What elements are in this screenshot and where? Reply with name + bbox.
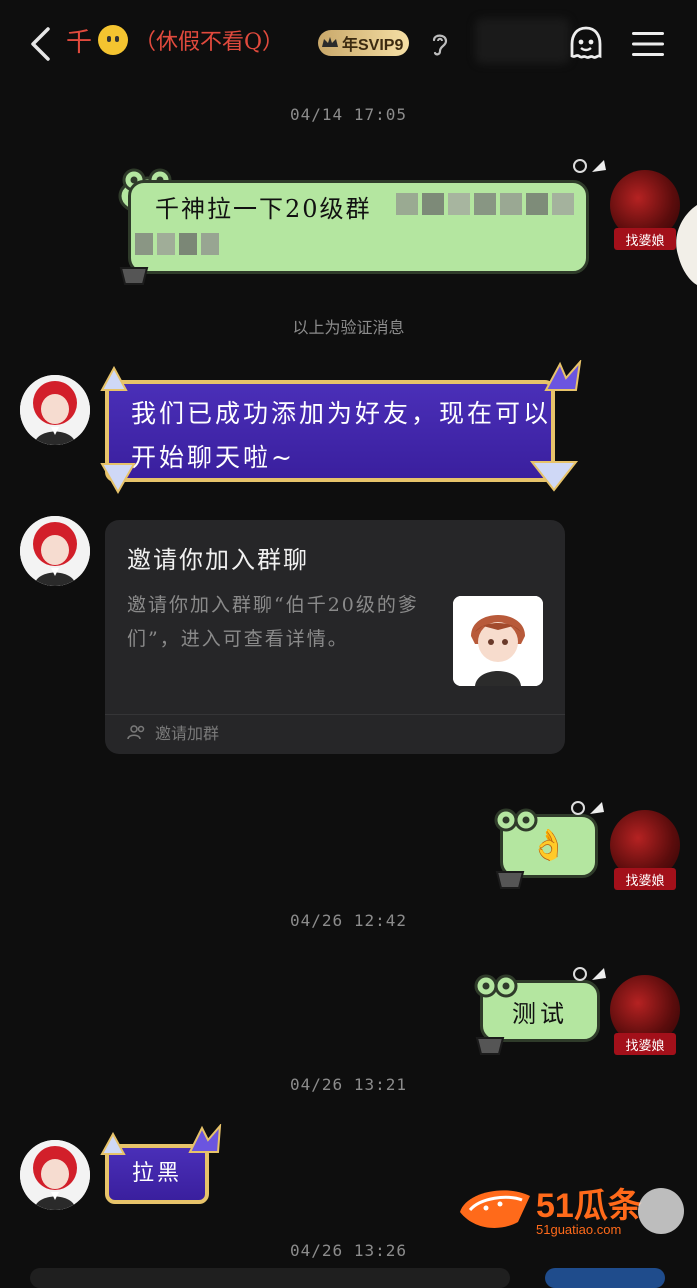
- pixelated-text: [396, 193, 574, 215]
- neutral-face-emoji-icon: [98, 25, 129, 55]
- contact-avatar[interactable]: [20, 1140, 90, 1210]
- sparkle-icon: [573, 159, 606, 173]
- outgoing-message: 千神拉一下20级群: [118, 156, 606, 286]
- group-icon: [127, 725, 145, 740]
- outgoing-message: 测试: [474, 964, 614, 1056]
- chevron-left-icon: [31, 27, 50, 61]
- message-text: 千神拉一下20级群: [155, 195, 372, 223]
- avatar-badge: 找婆娘: [614, 228, 676, 250]
- contact-avatar[interactable]: [20, 375, 90, 445]
- floating-bubble-button[interactable]: [638, 1188, 684, 1234]
- ghost-icon[interactable]: [566, 24, 606, 64]
- message-input[interactable]: [30, 1268, 510, 1288]
- pixelated-text: [135, 233, 219, 255]
- contact-avatar[interactable]: [20, 516, 90, 586]
- invite-footer-label: 邀请加群: [155, 724, 220, 743]
- group-invite-card[interactable]: 邀请你加入群聊 邀请你加入群聊“伯千20级的爹们”，进入可查看详情。 邀请加群: [105, 520, 565, 754]
- avatar-badge: 找婆娘: [614, 868, 676, 890]
- crown-icon: [322, 37, 338, 47]
- invite-footer: 邀请加群: [127, 720, 219, 744]
- menu-icon[interactable]: [630, 28, 666, 60]
- pot-icon: [495, 871, 525, 889]
- bird-sticker-icon: [676, 205, 697, 285]
- back-button[interactable]: [20, 22, 60, 66]
- system-note: 以上为验证消息: [292, 318, 405, 337]
- crystal-icon: [100, 366, 128, 391]
- outgoing-message: 👌: [494, 800, 614, 892]
- site-watermark: 51瓜条 51guatiao.com: [456, 1178, 656, 1242]
- pot-icon: [119, 267, 149, 285]
- sparkle-icon: [573, 967, 606, 981]
- timestamp: 04/14 17:05: [290, 105, 407, 124]
- timestamp: 04/26 13:21: [290, 1075, 407, 1094]
- avatar-illustration-icon: [20, 375, 90, 445]
- invite-description: 邀请你加入群聊“伯千20级的爹们”，进入可查看详情。: [127, 594, 419, 650]
- message-text: 测试: [512, 999, 568, 1028]
- avatar-badge: 找婆娘: [614, 1033, 676, 1055]
- contact-name-text: 千: [66, 27, 93, 58]
- invite-title: 邀请你加入群聊: [127, 546, 309, 574]
- avatar-illustration-icon: [20, 516, 90, 586]
- watermark-brand: 51瓜条: [536, 1187, 642, 1225]
- timestamp: 04/26 13:26: [290, 1241, 407, 1260]
- send-button[interactable]: [545, 1268, 665, 1288]
- message-bubble[interactable]: 千神拉一下20级群: [128, 180, 589, 274]
- message-text: 拉黑: [131, 1161, 182, 1186]
- timestamp: 04/26 12:42: [290, 911, 407, 930]
- crystal-icon: [529, 461, 579, 492]
- frog-sticker-icon: [494, 808, 538, 832]
- crystal-icon: [544, 360, 582, 391]
- avatar-illustration-icon: [20, 1140, 90, 1210]
- group-avatar-thumbnail: [453, 596, 543, 686]
- svip-badge[interactable]: 年SVIP9: [318, 30, 410, 56]
- crystal-icon: [100, 1132, 126, 1155]
- contact-name[interactable]: 千 （休假不看Q）: [66, 22, 284, 58]
- blurred-region: [475, 18, 570, 64]
- contact-status-text: （休假不看Q）: [134, 30, 285, 55]
- crystal-icon: [100, 463, 136, 495]
- sparkle-icon: [571, 801, 604, 815]
- frog-sticker-icon: [474, 974, 518, 998]
- divider: [105, 714, 565, 715]
- welcome-bubble[interactable]: 我们已成功添加为好友，现在可以开始聊天啦~: [105, 380, 555, 482]
- ear-icon[interactable]: [428, 30, 452, 58]
- message-text: 我们已成功添加为好友，现在可以开始聊天啦~: [131, 399, 552, 472]
- watermelon-logo-icon: [460, 1190, 530, 1228]
- chat-header: 千 （休假不看Q） 年SVIP9: [0, 0, 697, 88]
- watermark-domain: 51guatiao.com: [536, 1222, 622, 1237]
- svip-label: 年SVIP9: [342, 37, 404, 54]
- crystal-icon: [188, 1124, 222, 1153]
- pot-icon: [475, 1037, 505, 1055]
- group-avatar-icon: [453, 596, 543, 686]
